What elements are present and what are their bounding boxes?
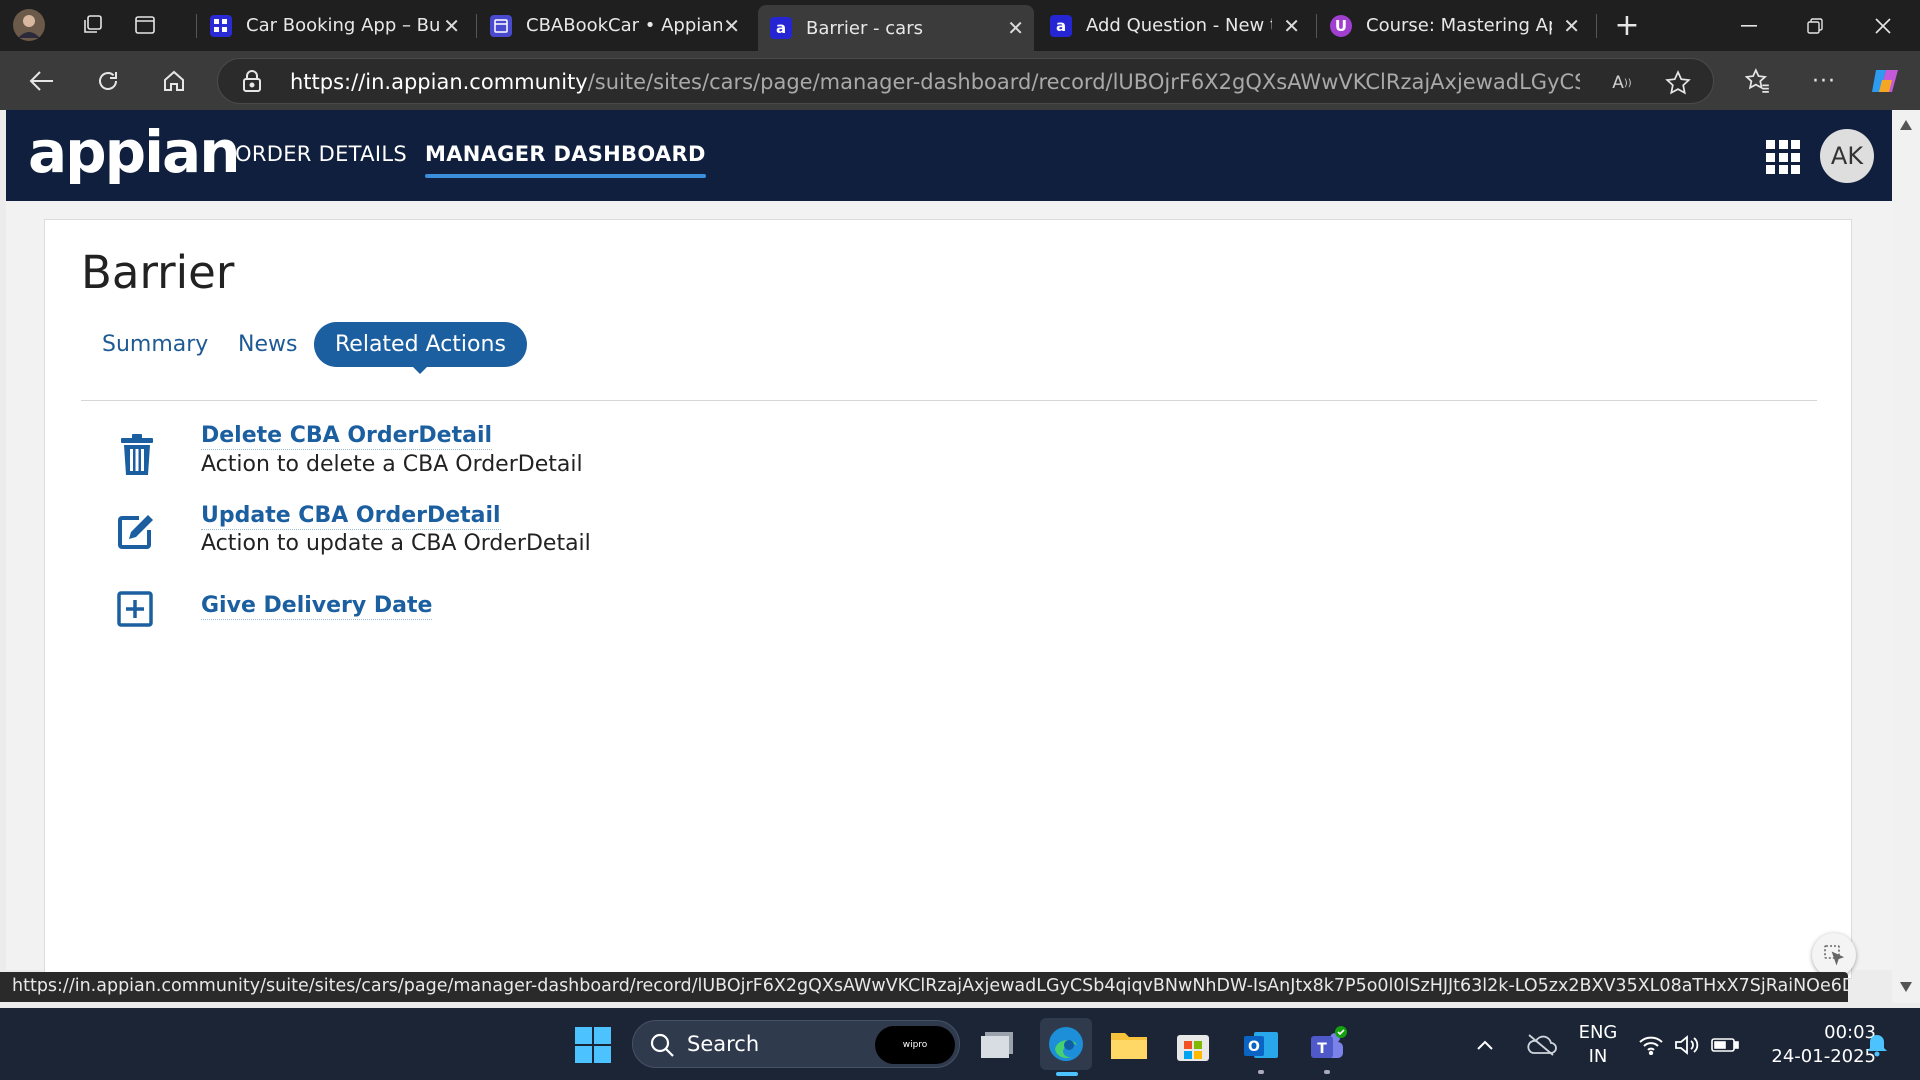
outlook-icon[interactable]: O [1240,1024,1282,1074]
url-host: https://in.appian.community [290,70,588,94]
volume-icon[interactable] [1672,1024,1702,1066]
browser-tab-course[interactable]: U Course: Mastering Appi ✕ [1318,6,1590,45]
tab-label: CBABookCar • Appian S [526,15,722,36]
browser-tab-cbabookcar[interactable]: CBABookCar • Appian S ✕ [478,6,750,45]
language-code: ENG [1578,1022,1618,1043]
feedback-button[interactable] [1812,933,1856,977]
address-bar[interactable]: https://in.appian.community/suite/sites/… [217,58,1714,104]
svg-text:O: O [1248,1039,1260,1055]
copilot-icon[interactable] [1868,63,1904,99]
svg-text:T: T [1317,1041,1327,1057]
search-badge: wipro [875,1026,955,1064]
windows-taskbar: Search wipro O T ENG IN 00:03 24-01-2025 [0,1008,1920,1080]
record-card: Barrier Summary News Related Actions Del… [44,219,1852,979]
plus-square-icon[interactable] [117,591,157,631]
tab-close-icon[interactable]: ✕ [1563,14,1580,38]
tab-summary[interactable]: Summary [102,322,208,367]
tab-divider [81,400,1817,401]
edit-icon[interactable] [117,512,157,552]
close-window-icon[interactable] [1850,0,1916,51]
apps-launcher-icon[interactable] [1766,140,1800,174]
clock-date: 24-01-2025 [1771,1046,1876,1067]
browser-toolbar: https://in.appian.community/suite/sites/… [0,51,1920,110]
browser-tab-strip: Car Booking App – Build ✕ CBABookCar • A… [0,0,1920,51]
user-avatar[interactable]: AK [1820,129,1874,183]
tab-label: Car Booking App – Build [246,15,442,36]
microsoft-store-icon[interactable] [1172,1024,1214,1066]
region-code: IN [1588,1046,1608,1067]
appian-a-icon: a [770,17,792,39]
profile-avatar-icon[interactable] [12,8,46,42]
url-path: /suite/sites/cars/page/manager-dashboard… [587,70,1580,94]
back-icon[interactable] [24,63,60,99]
trash-icon[interactable] [117,434,157,475]
refresh-icon[interactable] [90,63,126,99]
new-tab-icon[interactable]: + [1610,8,1644,43]
favorite-star-icon[interactable] [1664,69,1692,97]
tab-close-icon[interactable]: ✕ [1007,16,1024,40]
lock-icon[interactable] [242,69,262,97]
search-icon [650,1033,674,1057]
clock-time: 00:03 [1824,1022,1876,1043]
appian-header: appian ORDER DETAILS MANAGER DASHBOARD A… [6,110,1892,201]
action-title-update[interactable]: Update CBA OrderDetail [201,503,501,530]
record-title: Barrier [81,246,235,299]
windows-start-icon[interactable] [572,1024,614,1066]
action-title-give-delivery-date[interactable]: Give Delivery Date [201,593,433,620]
browser-tab-car-booking[interactable]: Car Booking App – Build ✕ [198,6,470,45]
minimize-icon[interactable] [1716,0,1782,51]
read-aloud-icon[interactable]: A)) [1608,69,1636,97]
clock[interactable]: 00:03 24-01-2025 [1756,1021,1876,1069]
page-scrollbar[interactable] [1892,110,1920,1003]
search-label: Search [687,1032,760,1056]
vertical-tabs-icon[interactable] [128,8,162,42]
notification-bell-icon[interactable] [1862,1024,1892,1066]
task-view-icon[interactable] [976,1024,1018,1066]
file-explorer-icon[interactable] [1108,1024,1150,1066]
tab-close-icon[interactable]: ✕ [1283,14,1300,38]
tab-close-icon[interactable]: ✕ [723,14,740,38]
appian-a-icon: a [1050,14,1072,37]
home-icon[interactable] [156,63,192,99]
wifi-icon[interactable] [1636,1024,1666,1066]
page-icon [490,14,512,37]
more-menu-icon[interactable]: ··· [1806,63,1842,99]
action-description-update: Action to update a CBA OrderDetail [201,531,591,556]
nav-manager-dashboard[interactable]: MANAGER DASHBOARD [425,142,706,178]
browser-tab-add-question[interactable]: a Add Question - New to ✕ [1038,6,1310,45]
workspaces-icon[interactable] [76,8,110,42]
action-description-delete: Action to delete a CBA OrderDetail [201,452,583,477]
edge-taskbar-icon[interactable] [1040,1018,1092,1076]
battery-icon[interactable] [1708,1024,1742,1066]
link-status-bar: https://in.appian.community/suite/sites/… [0,972,1848,1002]
tab-label: Barrier - cars [806,17,923,39]
nav-order-details[interactable]: ORDER DETAILS [235,142,407,166]
course-icon: U [1330,14,1352,37]
tab-related-actions[interactable]: Related Actions [314,322,527,374]
taskbar-search-box[interactable]: Search wipro [632,1020,960,1068]
tab-news[interactable]: News [238,322,297,367]
tab-label: Course: Mastering Appi [1366,15,1552,36]
show-hidden-icons-chevron-icon[interactable] [1470,1024,1500,1066]
input-language[interactable]: ENG IN [1576,1021,1620,1069]
appian-logo[interactable]: appian [28,123,240,181]
tab-close-icon[interactable]: ✕ [443,14,460,38]
favorites-icon[interactable] [1740,63,1776,99]
url-text[interactable]: https://in.appian.community/suite/sites/… [290,70,1580,94]
tab-label: Add Question - New to [1086,15,1272,36]
browser-tab-barrier-cars[interactable]: a Barrier - cars ✕ [758,5,1034,51]
action-title-delete[interactable]: Delete CBA OrderDetail [201,423,493,450]
onedrive-offline-icon[interactable] [1520,1024,1562,1066]
teams-icon[interactable]: T [1306,1024,1348,1074]
apps-grid-icon [210,14,232,37]
restore-icon[interactable] [1782,0,1848,51]
